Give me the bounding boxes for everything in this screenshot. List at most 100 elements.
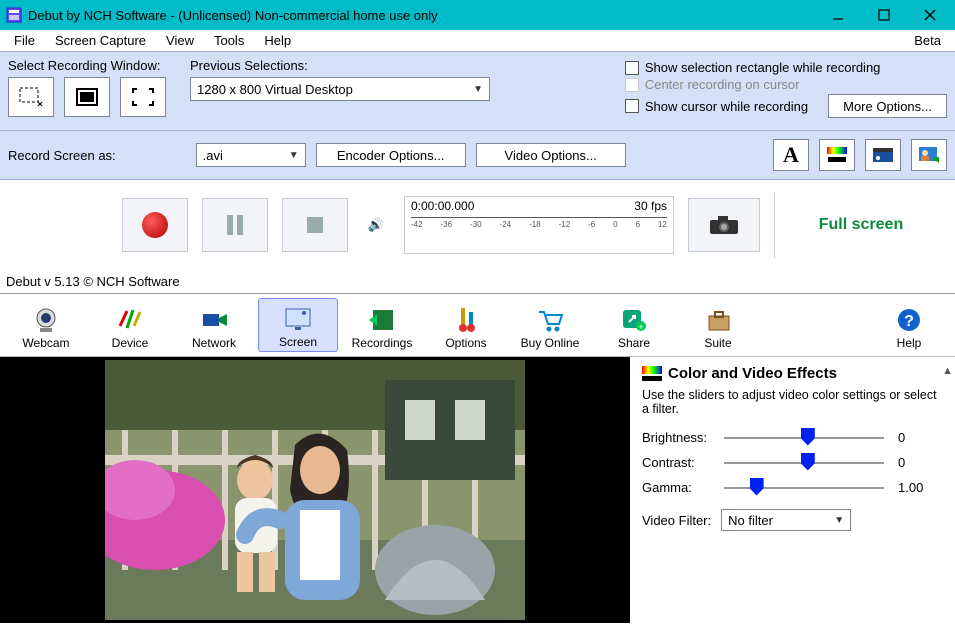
suite-icon: [678, 304, 758, 336]
main-toolbar: Webcam Device Network Screen Recordings …: [0, 294, 955, 357]
timeline: 0:00:00.000 30 fps -42-36-30-24-18-12-606…: [404, 196, 674, 254]
tool-suite[interactable]: Suite: [678, 300, 758, 352]
menu-help[interactable]: Help: [254, 31, 301, 50]
select-window-button[interactable]: [64, 77, 110, 117]
color-bars-icon: [642, 366, 662, 382]
show-cursor-label: Show cursor while recording: [645, 99, 808, 114]
slider-thumb[interactable]: [801, 453, 815, 471]
share-icon: +: [594, 304, 674, 336]
more-options-button[interactable]: More Options...: [828, 94, 947, 118]
audio-level-ruler: -42-36-30-24-18-12-60612: [411, 217, 667, 239]
tool-share[interactable]: +Share: [594, 300, 674, 352]
tool-buy-online[interactable]: Buy Online: [510, 300, 590, 352]
tool-help[interactable]: ?Help: [869, 300, 949, 352]
tool-screen[interactable]: Screen: [258, 298, 338, 352]
record-button[interactable]: [122, 198, 188, 252]
capture-settings-panel: Select Recording Window: Previous Select…: [0, 52, 955, 131]
record-icon: [142, 212, 168, 238]
format-panel: Record Screen as: .avi ▼ Encoder Options.…: [0, 131, 955, 180]
svg-text:?: ?: [904, 313, 914, 330]
close-button[interactable]: [907, 0, 953, 30]
gamma-label: Gamma:: [642, 480, 724, 495]
slider-thumb[interactable]: [801, 428, 815, 446]
fps-display: 30 fps: [634, 199, 667, 213]
screen-icon: [259, 303, 337, 335]
show-selection-rect-checkbox[interactable]: Show selection rectangle while recording: [625, 60, 947, 75]
video-filter-dropdown[interactable]: No filter ▼: [721, 509, 851, 531]
tool-network[interactable]: Network: [174, 300, 254, 352]
menubar: File Screen Capture View Tools Help Beta: [0, 30, 955, 52]
select-rectangle-button[interactable]: [8, 77, 54, 117]
help-icon: ?: [869, 304, 949, 336]
options-icon: [426, 304, 506, 336]
gamma-slider[interactable]: [724, 487, 884, 489]
effects-panel: ▲ Color and Video Effects Use the slider…: [630, 357, 955, 623]
preview-image: [105, 360, 525, 620]
webcam-icon: [6, 304, 86, 336]
format-value: .avi: [203, 148, 223, 163]
format-dropdown[interactable]: .avi ▼: [196, 143, 306, 167]
pause-button[interactable]: [202, 198, 268, 252]
chevron-down-icon: ▼: [289, 150, 299, 161]
video-filter-value: No filter: [728, 513, 773, 528]
show-selection-rect-label: Show selection rectangle while recording: [645, 60, 881, 75]
center-on-cursor-label: Center recording on cursor: [645, 77, 800, 92]
scroll-up-icon[interactable]: ▲: [942, 365, 953, 377]
contrast-value: 0: [898, 455, 943, 470]
text-overlay-button[interactable]: A: [773, 139, 809, 171]
device-icon: [90, 304, 170, 336]
effects-description: Use the sliders to adjust video color se…: [642, 388, 943, 416]
video-options-button[interactable]: Video Options...: [476, 143, 626, 167]
elapsed-time: 0:00:00.000: [411, 199, 474, 213]
slider-thumb[interactable]: [750, 478, 764, 496]
version-label: Debut v 5.13 © NCH Software: [0, 270, 955, 294]
brightness-slider[interactable]: [724, 437, 884, 439]
select-fullscreen-button[interactable]: [120, 77, 166, 117]
encoder-options-button[interactable]: Encoder Options...: [316, 143, 466, 167]
select-recording-window-label: Select Recording Window:: [8, 58, 166, 73]
tool-options[interactable]: Options: [426, 300, 506, 352]
tool-device[interactable]: Device: [90, 300, 170, 352]
cart-icon: [510, 304, 590, 336]
previous-selections-label: Previous Selections:: [190, 58, 490, 73]
color-effects-button[interactable]: [819, 139, 855, 171]
add-camera-overlay-button[interactable]: [911, 139, 947, 171]
network-icon: [174, 304, 254, 336]
video-filter-label: Video Filter:: [642, 513, 711, 528]
gamma-value: 1.00: [898, 480, 943, 495]
brightness-value: 0: [898, 430, 943, 445]
window-title: Debut by NCH Software - (Unlicensed) Non…: [28, 8, 815, 23]
stop-button[interactable]: [282, 198, 348, 252]
chevron-down-icon: ▼: [473, 84, 483, 95]
show-cursor-checkbox[interactable]: Show cursor while recording More Options…: [625, 94, 947, 118]
titlebar: Debut by NCH Software - (Unlicensed) Non…: [0, 0, 955, 30]
center-on-cursor-checkbox: Center recording on cursor: [625, 77, 947, 92]
menu-tools[interactable]: Tools: [204, 31, 254, 50]
fullscreen-mode-button[interactable]: Full screen: [774, 192, 947, 258]
preview-pane: [0, 357, 630, 623]
maximize-button[interactable]: [861, 0, 907, 30]
svg-text:+: +: [638, 322, 643, 332]
brightness-label: Brightness:: [642, 430, 724, 445]
menu-screen-capture[interactable]: Screen Capture: [45, 31, 156, 50]
previous-selections-dropdown[interactable]: 1280 x 800 Virtual Desktop ▼: [190, 77, 490, 101]
menu-beta[interactable]: Beta: [904, 31, 951, 50]
app-icon: [6, 7, 22, 23]
chevron-down-icon: ▼: [834, 515, 844, 526]
contrast-slider[interactable]: [724, 462, 884, 464]
recordings-icon: [342, 304, 422, 336]
speaker-icon[interactable]: 🔊: [362, 217, 390, 233]
minimize-button[interactable]: [815, 0, 861, 30]
record-as-label: Record Screen as:: [8, 148, 116, 163]
transport-controls: 🔊 0:00:00.000 30 fps -42-36-30-24-18-12-6…: [0, 180, 955, 270]
contrast-label: Contrast:: [642, 455, 724, 470]
main-area: ▲ Color and Video Effects Use the slider…: [0, 357, 955, 623]
tool-recordings[interactable]: Recordings: [342, 300, 422, 352]
menu-file[interactable]: File: [4, 31, 45, 50]
tool-webcam[interactable]: Webcam: [6, 300, 86, 352]
effects-title: Color and Video Effects: [642, 365, 943, 382]
snapshot-button[interactable]: [688, 198, 760, 252]
menu-view[interactable]: View: [156, 31, 204, 50]
watermark-button[interactable]: [865, 139, 901, 171]
previous-selections-value: 1280 x 800 Virtual Desktop: [197, 82, 353, 97]
